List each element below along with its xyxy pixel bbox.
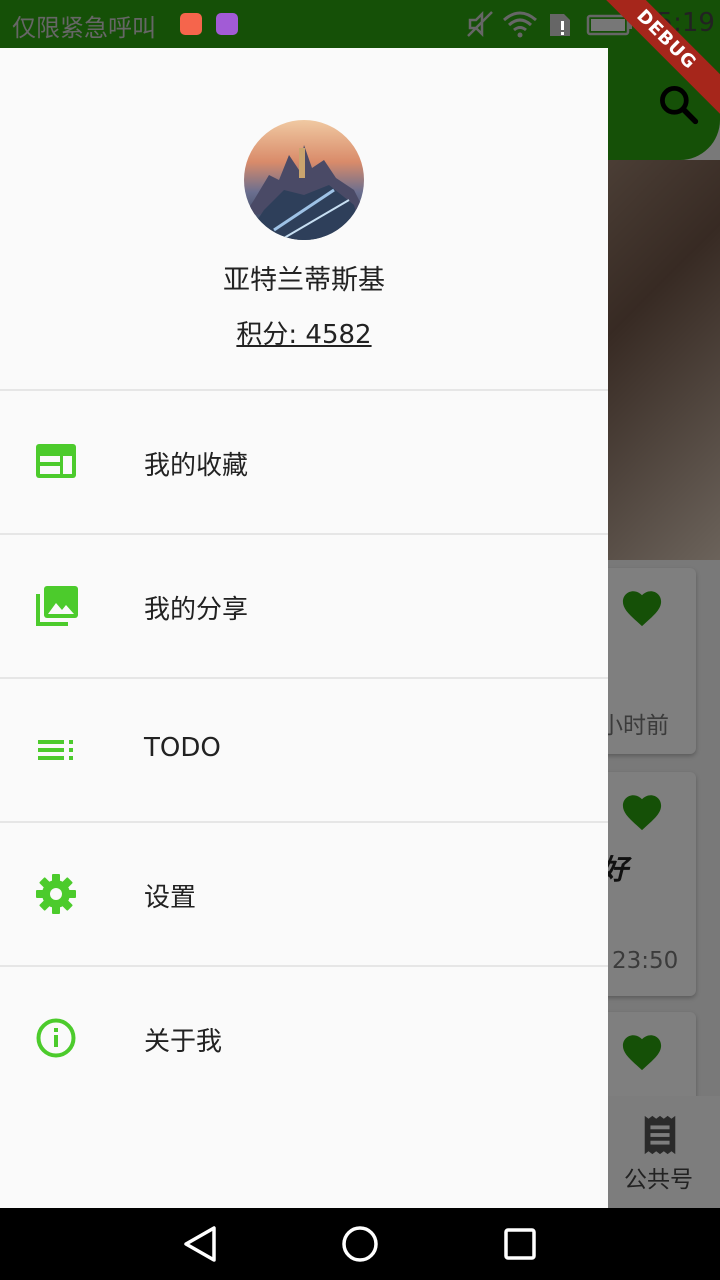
- wifi-icon: [503, 11, 537, 38]
- points-link[interactable]: 积分: 4582: [0, 314, 608, 351]
- photo-library-icon: [36, 586, 78, 626]
- menu-item-favorites[interactable]: 我的收藏: [0, 391, 608, 533]
- home-circle-icon[interactable]: [340, 1224, 380, 1264]
- system-nav-bar: [0, 1208, 720, 1280]
- menu-item-label: TODO: [144, 733, 221, 763]
- recents-square-icon[interactable]: [500, 1224, 540, 1264]
- mail-badge-icon: [180, 13, 202, 35]
- menu-item-label: 我的收藏: [144, 451, 249, 481]
- avatar[interactable]: [244, 120, 364, 240]
- drawer-header: 亚特兰蒂斯基 积分: 4582: [0, 48, 608, 389]
- status-bar: 仅限紧急呼叫 15:19 DEBUG: [0, 0, 720, 121]
- menu-item-label: 我的分享: [144, 595, 249, 625]
- mute-icon: [467, 10, 493, 38]
- menu-item-about[interactable]: 关于我: [0, 967, 608, 1109]
- avatar-image: [244, 120, 364, 240]
- status-icons: [467, 10, 632, 38]
- playlist-icon: [38, 740, 73, 760]
- info-icon: [36, 1018, 76, 1058]
- navigation-drawer: 亚特兰蒂斯基 积分: 4582 我的收藏 我的分享 TODO 设置 关于我: [0, 48, 608, 1208]
- username: 亚特兰蒂斯基: [223, 265, 385, 296]
- menu-item-settings[interactable]: 设置: [0, 823, 608, 965]
- back-triangle-icon[interactable]: [180, 1224, 220, 1264]
- menu-item-label: 关于我: [144, 1027, 223, 1057]
- web-favorites-icon: [36, 444, 76, 478]
- menu-item-todo[interactable]: TODO: [0, 679, 608, 821]
- settings-gear-icon: [36, 874, 76, 914]
- menu-item-share[interactable]: 我的分享: [0, 535, 608, 677]
- gallery-badge-icon: [216, 13, 238, 35]
- carrier-text: 仅限紧急呼叫: [12, 14, 156, 42]
- points-label[interactable]: 积分: 4582: [236, 320, 371, 350]
- sim-alert-icon: [550, 14, 570, 36]
- menu-item-label: 设置: [144, 883, 197, 913]
